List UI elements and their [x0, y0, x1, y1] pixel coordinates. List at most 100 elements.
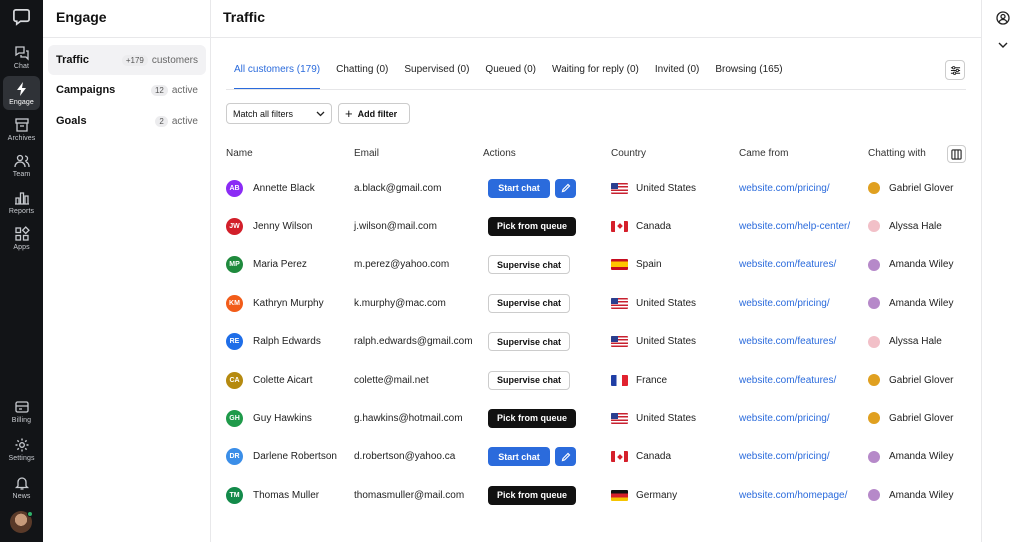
table-row[interactable]: KM Kathryn Murphy k.murphy@mac.com Super…	[211, 284, 981, 322]
customer-name: Darlene Robertson	[253, 451, 337, 463]
customer-email: m.perez@yahoo.com	[354, 259, 450, 271]
came-from-link[interactable]: website.com/pricing/	[739, 298, 830, 309]
table-row[interactable]: DR Darlene Robertson d.robertson@yahoo.c…	[211, 438, 981, 476]
customer-email: j.wilson@mail.com	[354, 220, 437, 232]
agent-name: Amanda Wiley	[889, 489, 954, 501]
country-flag-icon	[611, 259, 628, 271]
tab-supervised[interactable]: Supervised (0)	[396, 56, 477, 86]
supervise-chat-button[interactable]: Supervise chat	[488, 293, 570, 313]
profile-icon[interactable]	[996, 11, 1010, 25]
rail-item-engage[interactable]: Engage	[3, 76, 40, 110]
nav-item-traffic[interactable]: Traffic +179 customers	[48, 45, 206, 75]
tab-invited[interactable]: Invited (0)	[647, 56, 707, 86]
came-from-link[interactable]: website.com/homepage/	[739, 490, 847, 501]
archive-icon	[14, 117, 29, 132]
rail-item-reports[interactable]: Reports	[3, 185, 40, 219]
country-flag-icon	[611, 336, 628, 348]
came-from-link[interactable]: website.com/pricing/	[739, 413, 830, 424]
rail-item-team[interactable]: Team	[3, 148, 40, 182]
column-header-name[interactable]: Name	[226, 148, 253, 159]
table-row[interactable]: CA Colette Aicart colette@mail.net Super…	[211, 361, 981, 399]
table-row[interactable]: RE Ralph Edwards ralph.edwards@gmail.com…	[211, 323, 981, 361]
section-nav: Engage Traffic +179 customers Campaigns …	[43, 0, 211, 542]
supervise-chat-button[interactable]: Supervise chat	[488, 370, 570, 390]
customer-avatar: DR	[226, 448, 243, 466]
tab-all-customers[interactable]: All customers (179)	[226, 56, 328, 90]
nav-item-goals[interactable]: Goals 2 active	[48, 106, 206, 136]
view-settings-button[interactable]	[945, 60, 965, 80]
nav-label-campaigns: Campaigns	[56, 84, 116, 96]
agent-avatar	[868, 220, 880, 233]
tab-chatting[interactable]: Chatting (0)	[328, 56, 396, 86]
tab-queued[interactable]: Queued (0)	[477, 56, 544, 86]
team-icon	[13, 154, 30, 167]
customer-avatar: GH	[226, 409, 243, 427]
agent-avatar	[868, 412, 880, 425]
customer-name: Annette Black	[253, 182, 315, 194]
table-row[interactable]: JW Jenny Wilson j.wilson@mail.com Pick f…	[211, 207, 981, 245]
column-header-actions[interactable]: Actions	[483, 148, 516, 159]
customer-country: United States	[636, 336, 697, 348]
nav-meta-traffic: customers	[151, 54, 198, 66]
customer-avatar: CA	[226, 371, 243, 389]
agent-avatar	[868, 258, 880, 271]
match-filters-select[interactable]: Match all filters	[226, 103, 332, 124]
customer-avatar: KM	[226, 294, 243, 312]
came-from-link[interactable]: website.com/features/	[739, 375, 836, 386]
column-settings-button[interactable]	[947, 145, 966, 163]
rail-item-chat[interactable]: Chat	[3, 40, 40, 74]
came-from-link[interactable]: website.com/pricing/	[739, 183, 830, 194]
apps-icon	[14, 225, 30, 241]
rail-item-news[interactable]: News	[3, 470, 40, 504]
supervise-chat-button[interactable]: Supervise chat	[488, 255, 570, 275]
app-window: Chat Engage Archives Team Reports Apps B…	[0, 0, 1024, 542]
customer-name: Thomas Muller	[253, 489, 320, 501]
edit-button[interactable]	[555, 178, 576, 198]
table-row[interactable]: MP Maria Perez m.perez@yahoo.com Supervi…	[211, 246, 981, 284]
start-chat-button[interactable]: Start chat	[488, 178, 550, 198]
column-header-came-from[interactable]: Came from	[739, 148, 788, 159]
nav-meta-campaigns: active	[171, 84, 198, 96]
rail-item-archives[interactable]: Archives	[3, 112, 40, 146]
column-header-chatting-with[interactable]: Chatting with	[868, 148, 926, 159]
customer-name: Maria Perez	[253, 259, 307, 271]
supervise-chat-button[interactable]: Supervise chat	[488, 332, 570, 352]
reports-icon	[14, 191, 29, 205]
column-header-email[interactable]: Email	[354, 148, 379, 159]
add-filter-button[interactable]: + Add filter	[338, 103, 410, 124]
start-chat-button[interactable]: Start chat	[488, 447, 550, 467]
edit-button[interactable]	[555, 447, 576, 467]
column-header-country[interactable]: Country	[611, 148, 646, 159]
customer-avatar: MP	[226, 256, 243, 274]
rail-label-apps: Apps	[13, 243, 30, 251]
customer-name: Jenny Wilson	[253, 220, 313, 232]
came-from-link[interactable]: website.com/help-center/	[739, 221, 850, 232]
table-row[interactable]: AB Annette Black a.black@gmail.com Start…	[211, 169, 981, 207]
customer-name: Ralph Edwards	[253, 336, 321, 348]
came-from-link[interactable]: website.com/features/	[739, 259, 836, 270]
country-flag-icon	[611, 297, 628, 309]
nav-item-campaigns[interactable]: Campaigns 12 active	[48, 75, 206, 105]
rail-item-apps[interactable]: Apps	[3, 221, 40, 255]
pick-from-queue-button[interactable]: Pick from queue	[488, 408, 576, 428]
agent-avatar	[868, 450, 880, 463]
chevron-down-icon[interactable]	[998, 42, 1008, 49]
app-logo-icon[interactable]	[12, 7, 31, 26]
table-row[interactable]: GH Guy Hawkins g.hawkins@hotmail.com Pic…	[211, 399, 981, 437]
customer-avatar: JW	[226, 217, 243, 235]
section-title: Engage	[56, 9, 107, 25]
table-row[interactable]: TM Thomas Muller thomasmuller@mail.com P…	[211, 476, 981, 514]
customer-email: g.hawkins@hotmail.com	[354, 412, 463, 424]
pick-from-queue-button[interactable]: Pick from queue	[488, 216, 576, 236]
rail-item-billing[interactable]: Billing	[3, 394, 40, 428]
country-flag-icon	[611, 489, 628, 501]
customer-country: United States	[636, 182, 697, 194]
rail-item-settings[interactable]: Settings	[3, 432, 40, 466]
came-from-link[interactable]: website.com/features/	[739, 336, 836, 347]
customer-email: ralph.edwards@gmail.com	[354, 336, 473, 348]
pick-from-queue-button[interactable]: Pick from queue	[488, 485, 576, 505]
tab-waiting-for-reply[interactable]: Waiting for reply (0)	[544, 56, 647, 86]
main-panel: Traffic All customers (179) Chatting (0)…	[211, 0, 981, 542]
came-from-link[interactable]: website.com/pricing/	[739, 451, 830, 462]
tab-browsing[interactable]: Browsing (165)	[707, 56, 790, 86]
